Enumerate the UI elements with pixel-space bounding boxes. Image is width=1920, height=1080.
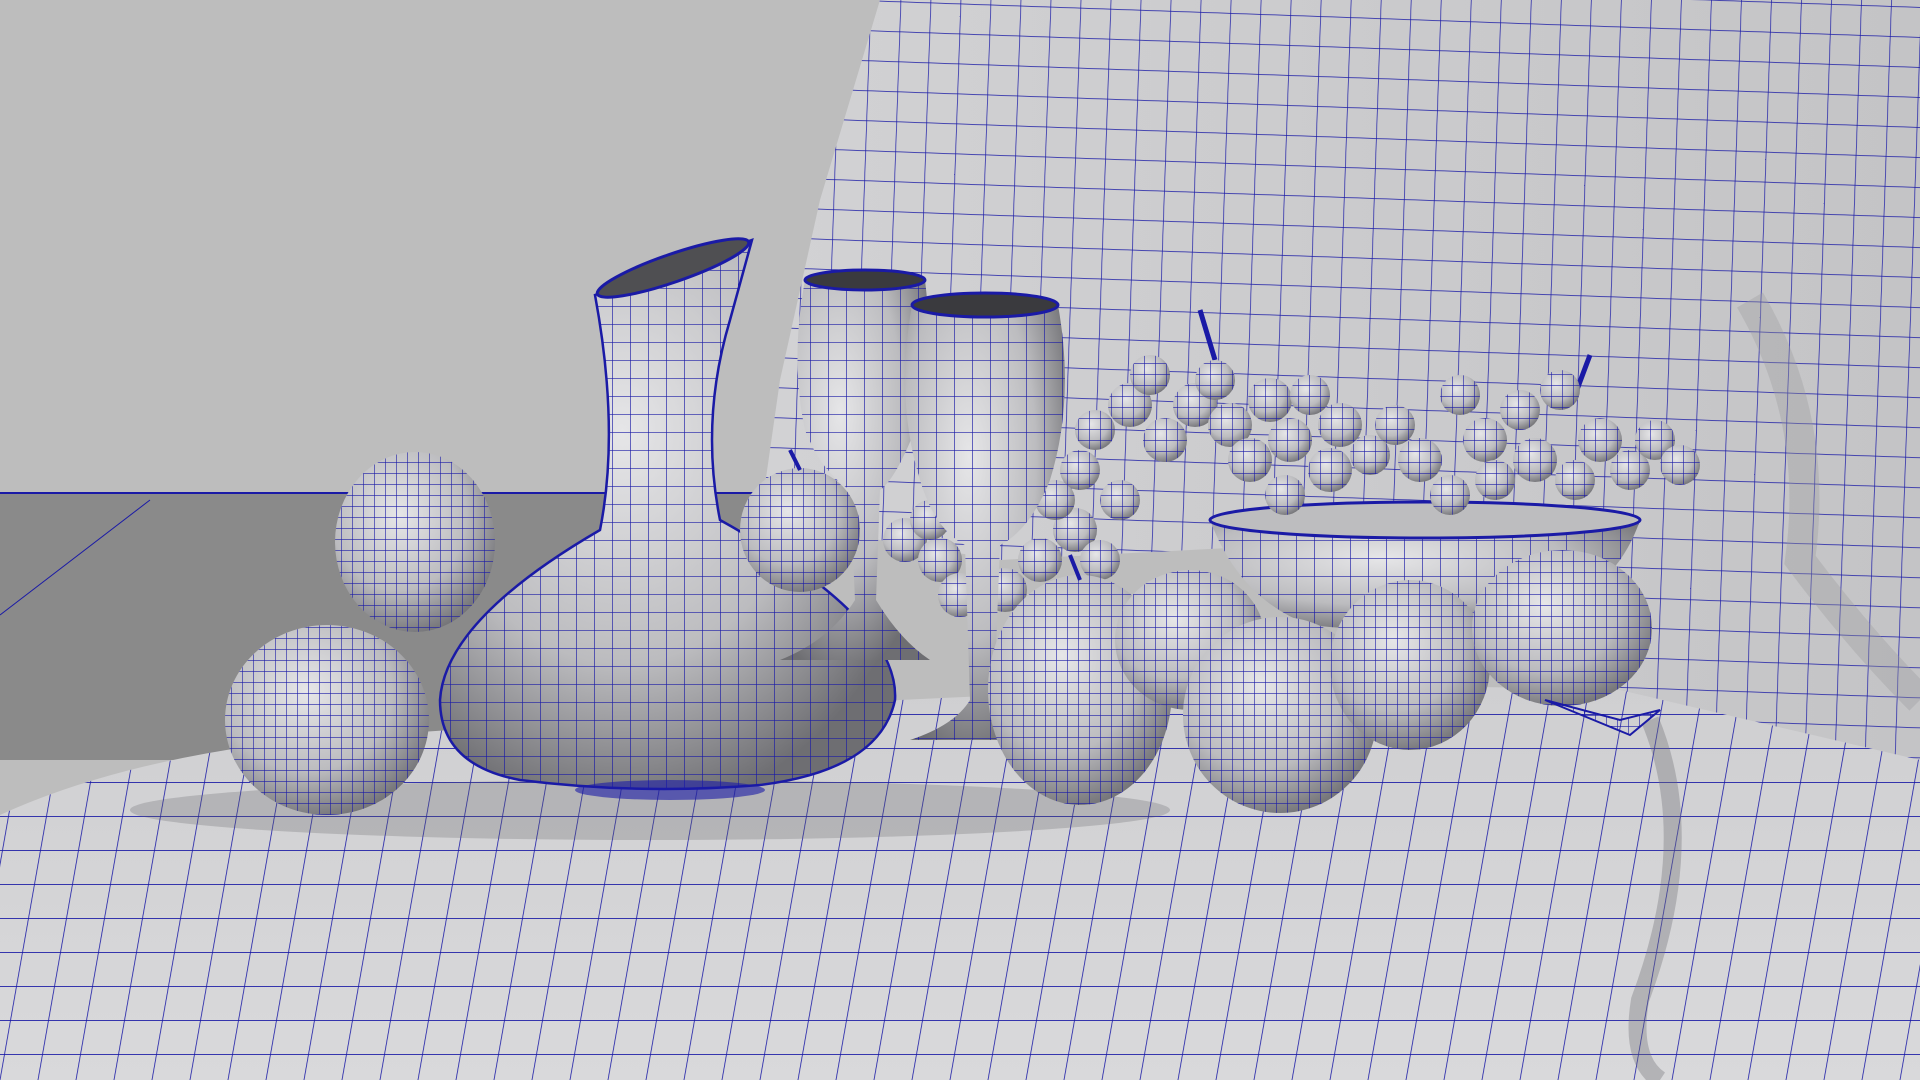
3d-viewport[interactable] [0,0,1920,1080]
apple-front-left [225,625,429,815]
apple-right [1330,580,1490,750]
viewport-scene[interactable] [0,0,1920,1080]
apple-back-left [335,452,495,632]
